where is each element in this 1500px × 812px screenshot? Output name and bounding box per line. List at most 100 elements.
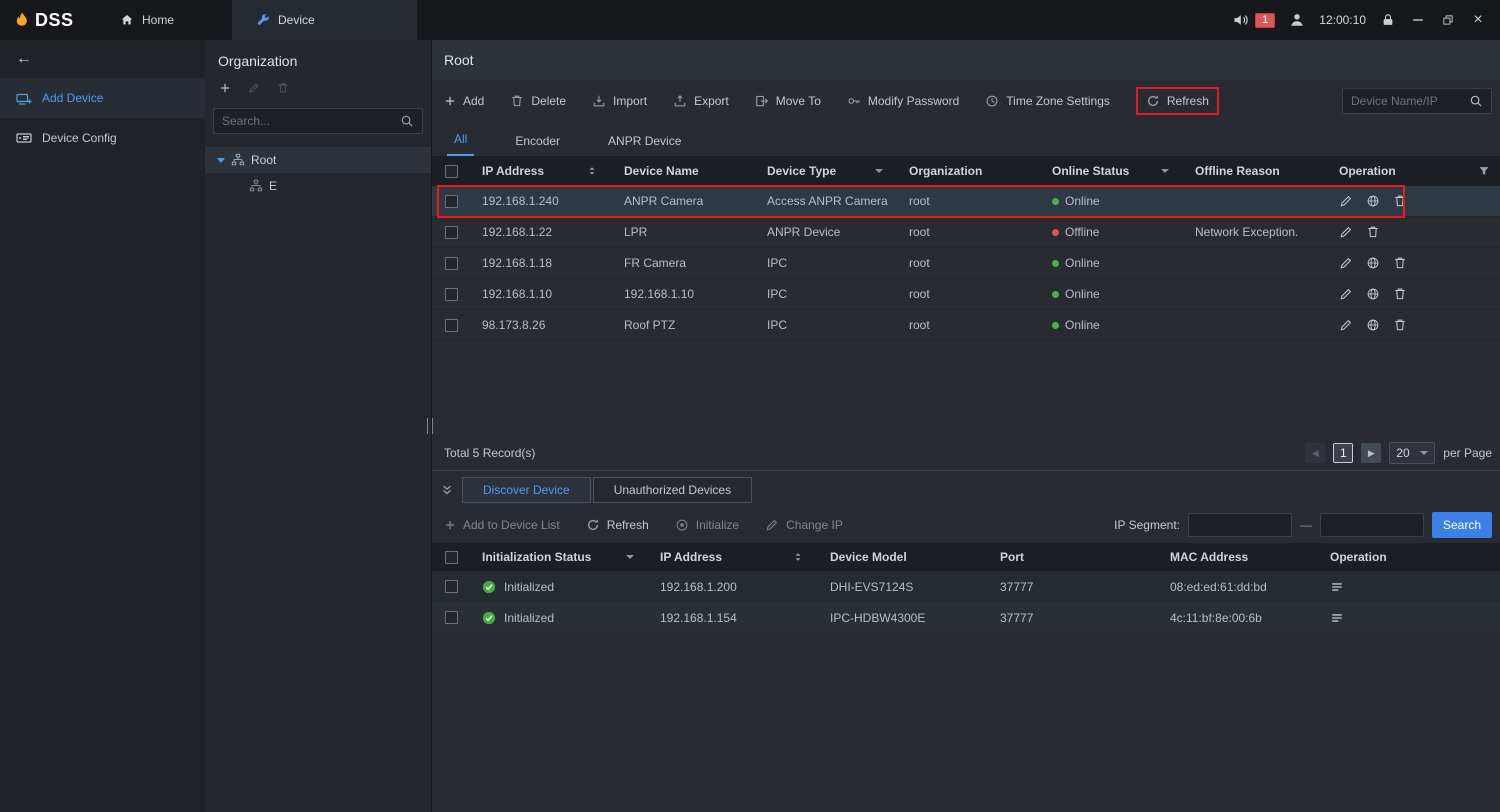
restore-window-icon[interactable] [1440,12,1456,28]
ip-search-button[interactable]: Search [1432,512,1492,538]
edit-icon[interactable] [1339,225,1353,239]
table-row[interactable]: 192.168.1.22 LPR ANPR Device root Offlin… [432,217,1500,248]
edit-icon[interactable] [1339,287,1353,301]
web-browser-icon[interactable] [1366,287,1380,301]
change-ip-button[interactable]: Change IP [765,518,843,532]
current-page[interactable]: 1 [1333,443,1353,463]
web-browser-icon[interactable] [1366,194,1380,208]
delete-icon[interactable] [1393,318,1407,332]
cell-ip: 192.168.1.22 [470,225,612,239]
org-delete-icon[interactable] [277,82,289,97]
app-logo-text: DSS [35,10,74,31]
lock-screen-icon[interactable] [1380,12,1396,28]
prev-page-button[interactable]: ◀ [1305,443,1325,463]
tab-discover-device[interactable]: Discover Device [462,477,591,503]
org-add-icon[interactable] [219,82,231,97]
edit-icon[interactable] [1339,256,1353,270]
minimize-icon[interactable] [1410,12,1426,28]
details-menu-icon[interactable] [1330,611,1344,625]
table-row[interactable]: 192.168.1.240 ANPR Camera Access ANPR Ca… [432,186,1500,217]
cell-org: root [897,318,1040,332]
move-to-button[interactable]: Move To [755,94,821,108]
table-row[interactable]: 192.168.1.10 192.168.1.10 IPC root Onlin… [432,279,1500,310]
discover-refresh-button[interactable]: Refresh [586,518,649,532]
tree-node-root[interactable]: Root [205,147,431,173]
collapse-panel-icon[interactable] [440,483,454,497]
row-checkbox[interactable] [445,257,458,270]
web-browser-icon[interactable] [1366,256,1380,270]
sidebar-item-add-device[interactable]: Add Device [0,78,205,118]
tab-anpr-device[interactable]: ANPR Device [601,134,688,156]
delete-button[interactable]: Delete [510,94,566,108]
refresh-button[interactable]: Refresh [1146,94,1209,108]
delete-icon[interactable] [1393,256,1407,270]
col-ip-address[interactable]: IP Address [648,543,818,571]
export-button[interactable]: Export [673,94,729,108]
tab-device[interactable]: Device [232,0,417,40]
table-row[interactable]: Initialized 192.168.1.200 DHI-EVS7124S 3… [432,571,1500,602]
add-button[interactable]: Add [444,94,484,108]
sort-icon[interactable] [792,551,804,563]
org-search-icon[interactable] [400,114,414,128]
row-checkbox[interactable] [445,611,458,624]
org-search-input[interactable] [222,114,400,128]
tab-unauthorized-devices[interactable]: Unauthorized Devices [593,477,752,503]
left-sidebar: ← Add Device Device Config [0,40,205,812]
device-table-header: IP Address Device Name Device Type Organ… [432,156,1500,186]
close-icon[interactable]: × [1470,12,1486,28]
ip-segment-end-input[interactable] [1320,513,1424,537]
row-checkbox[interactable] [445,226,458,239]
device-type-tabs: All Encoder ANPR Device [432,122,1500,156]
ip-segment-start-input[interactable] [1188,513,1292,537]
panel-resize-handle[interactable] [427,418,433,434]
edit-icon[interactable] [1339,194,1353,208]
add-to-device-list-button[interactable]: Add to Device List [444,518,560,532]
import-button[interactable]: Import [592,94,647,108]
cell-ip: 98.173.8.26 [470,318,612,332]
select-all-checkbox[interactable] [445,551,458,564]
time-zone-settings-button[interactable]: Time Zone Settings [985,94,1110,108]
table-row[interactable]: 192.168.1.18 FR Camera IPC root Online [432,248,1500,279]
device-type-filter-icon[interactable] [875,169,883,173]
page-size-select[interactable]: 20 [1389,442,1435,464]
init-status-filter-icon[interactable] [626,555,634,559]
col-ip-address[interactable]: IP Address [470,156,612,186]
tree-node-child[interactable]: E [205,173,431,199]
sidebar-item-device-config[interactable]: Device Config [0,118,205,158]
tab-all[interactable]: All [447,132,474,156]
cell-ip: 192.168.1.240 [470,194,612,208]
modify-password-button[interactable]: Modify Password [847,94,959,108]
add-device-icon [16,90,32,106]
edit-icon[interactable] [1339,318,1353,332]
online-status-filter-icon[interactable] [1161,169,1169,173]
tab-encoder[interactable]: Encoder [508,134,567,156]
row-checkbox[interactable] [445,288,458,301]
delete-icon[interactable] [1393,287,1407,301]
cell-operations [1318,611,1500,625]
device-search-box [1342,88,1492,114]
org-edit-icon[interactable] [248,82,260,97]
sort-icon[interactable] [586,165,598,177]
row-checkbox[interactable] [445,580,458,593]
tree-expander-icon[interactable] [217,158,225,163]
device-search-icon[interactable] [1469,94,1483,108]
delete-icon[interactable] [1366,225,1380,239]
initialize-button[interactable]: Initialize [675,518,739,532]
next-page-button[interactable]: ▶ [1361,443,1381,463]
back-button[interactable]: ← [0,40,205,78]
device-search-input[interactable] [1351,94,1469,108]
annotation-refresh-highlight: Refresh [1136,87,1219,115]
delete-icon[interactable] [1393,194,1407,208]
web-browser-icon[interactable] [1366,318,1380,332]
column-filter-icon[interactable] [1478,165,1490,177]
alarm-sound-icon[interactable] [1233,12,1249,28]
table-row[interactable]: Initialized 192.168.1.154 IPC-HDBW4300E … [432,602,1500,633]
row-checkbox[interactable] [445,195,458,208]
row-checkbox[interactable] [445,319,458,332]
device-table-body: 192.168.1.240 ANPR Camera Access ANPR Ca… [432,186,1500,341]
details-menu-icon[interactable] [1330,580,1344,594]
user-icon[interactable] [1289,12,1305,28]
tab-home[interactable]: Home [94,0,200,40]
select-all-checkbox[interactable] [445,165,458,178]
table-row[interactable]: 98.173.8.26 Roof PTZ IPC root Online [432,310,1500,341]
